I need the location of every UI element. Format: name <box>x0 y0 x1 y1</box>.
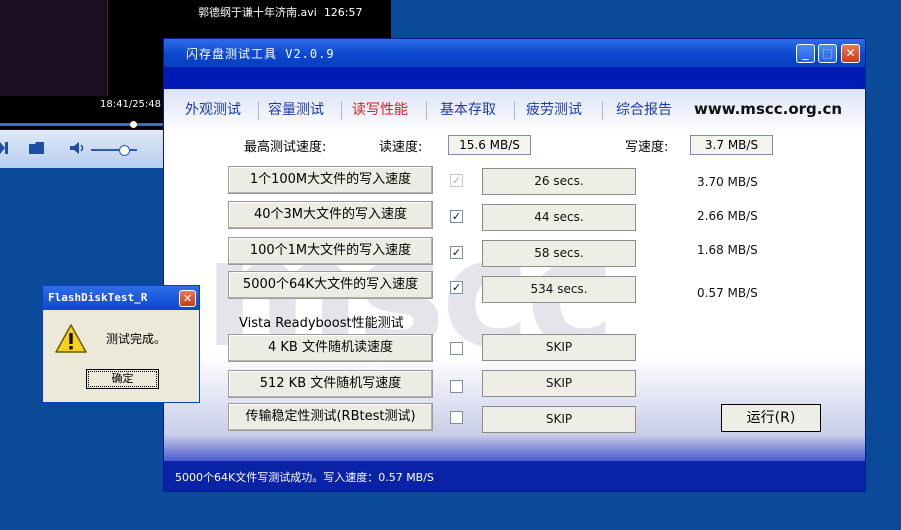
rb-stability-checkbox[interactable] <box>450 411 463 424</box>
volume-icon[interactable] <box>70 142 86 158</box>
tab-appearance[interactable]: 外观测试 <box>185 99 241 119</box>
test-64k-button[interactable]: 5000个64K大文件的写入速度 <box>228 271 433 299</box>
client-area: mscc 外观测试 容量测试 读写性能 基本存取 疲劳测试 综合报告 www.m… <box>164 89 865 461</box>
test-3m-time: 44 secs. <box>482 204 636 231</box>
ok-button-label: 确定 <box>88 371 157 387</box>
rb-512kb-write-result: SKIP <box>482 370 636 397</box>
rb-stability-button[interactable]: 传输稳定性测试(RBtest测试) <box>228 403 433 431</box>
test-100m-speed: 3.70 MB/S <box>697 175 758 189</box>
rb-4kb-read-result: SKIP <box>482 334 636 361</box>
volume-knob[interactable] <box>119 145 130 156</box>
ok-button[interactable]: 确定 <box>86 369 159 389</box>
next-icon[interactable] <box>0 142 8 158</box>
seek-track <box>0 123 165 126</box>
tab-basic-access[interactable]: 基本存取 <box>440 99 496 119</box>
test-1m-button[interactable]: 100个1M大文件的写入速度 <box>228 237 433 265</box>
close-button[interactable]: ✕ <box>841 44 860 63</box>
folder-icon[interactable] <box>29 142 45 158</box>
playlist-file-duration: 126:57 <box>323 6 363 19</box>
rb-512kb-write-button[interactable]: 512 KB 文件随机写速度 <box>228 370 433 398</box>
window-title: 闪存盘测试工具 V2.0.9 <box>186 47 335 61</box>
test-1m-time: 58 secs. <box>482 240 636 267</box>
run-button[interactable]: 运行(R) <box>721 404 821 432</box>
tab-separator <box>514 101 515 120</box>
test-3m-speed: 2.66 MB/S <box>697 209 758 223</box>
test-64k-time: 534 secs. <box>482 276 636 303</box>
read-speed-label: 读速度: <box>379 140 423 155</box>
tab-bar: 外观测试 容量测试 读写性能 基本存取 疲劳测试 综合报告 www.mscc.o… <box>164 99 865 123</box>
flash-disk-test-window: 闪存盘测试工具 V2.0.9 _ □ ✕ mscc 外观测试 容量测试 读写性能… <box>163 38 866 492</box>
readyboost-label: Vista Readyboost性能测试 <box>239 316 404 331</box>
tab-separator <box>258 101 259 120</box>
write-speed-label: 写速度: <box>625 140 669 155</box>
dialog-message: 测试完成。 <box>106 332 167 346</box>
site-url: www.mscc.org.cn <box>694 100 843 118</box>
status-message: 5000个64K文件写测试成功。写入速度：0.57 MB/S <box>175 471 434 484</box>
rb-stability-result: SKIP <box>482 406 636 433</box>
minimize-button[interactable]: _ <box>796 44 815 63</box>
tab-separator <box>602 101 603 120</box>
title-bar[interactable]: 闪存盘测试工具 V2.0.9 _ □ ✕ <box>164 39 865 67</box>
message-dialog: FlashDiskTest_R ✕ 测试完成。 确定 <box>42 285 200 403</box>
tab-separator <box>341 101 342 120</box>
tab-report[interactable]: 综合报告 <box>616 99 672 119</box>
test-100m-checkbox[interactable]: ✓ <box>450 174 463 187</box>
dialog-title: FlashDiskTest_R <box>48 291 148 304</box>
rb-4kb-read-button[interactable]: 4 KB 文件随机读速度 <box>228 334 433 362</box>
playlist-item[interactable]: 郭德纲于谦十年济南.avi 126:57 <box>198 4 363 20</box>
video-area <box>0 0 105 96</box>
seek-knob[interactable] <box>130 121 137 128</box>
maximize-button[interactable]: □ <box>818 44 837 63</box>
status-bar: 5000个64K文件写测试成功。写入速度：0.57 MB/S <box>164 461 865 491</box>
seek-bar[interactable] <box>0 119 165 129</box>
player-controls <box>0 130 165 168</box>
tab-read-write[interactable]: 读写性能 <box>352 99 408 119</box>
test-1m-checkbox[interactable]: ✓ <box>450 246 463 259</box>
test-64k-speed: 0.57 MB/S <box>697 286 758 300</box>
test-3m-checkbox[interactable]: ✓ <box>450 210 463 223</box>
dialog-title-bar[interactable]: FlashDiskTest_R ✕ <box>43 286 199 310</box>
time-row: 18:41/25:48 <box>0 96 165 120</box>
test-100m-button[interactable]: 1个100M大文件的写入速度 <box>228 166 433 194</box>
elapsed-time: 18:41/25:48 <box>100 99 162 110</box>
playlist-file-name: 郭德纲于谦十年济南.avi <box>198 6 317 19</box>
volume-slider[interactable] <box>91 149 137 151</box>
test-3m-button[interactable]: 40个3M大文件的写入速度 <box>228 201 433 229</box>
rb-4kb-read-checkbox[interactable] <box>450 342 463 355</box>
tab-separator <box>426 101 427 120</box>
tab-fatigue[interactable]: 疲劳测试 <box>526 99 582 119</box>
header-band <box>164 67 865 89</box>
test-1m-speed: 1.68 MB/S <box>697 243 758 257</box>
max-speed-label: 最高测试速度: <box>244 140 327 155</box>
write-speed-value: 3.7 MB/S <box>690 135 773 155</box>
test-64k-checkbox[interactable]: ✓ <box>450 281 463 294</box>
test-100m-time: 26 secs. <box>482 168 636 195</box>
warning-icon <box>55 324 87 358</box>
dialog-close-button[interactable]: ✕ <box>179 290 196 307</box>
rb-512kb-write-checkbox[interactable] <box>450 380 463 393</box>
tab-capacity[interactable]: 容量测试 <box>268 99 324 119</box>
read-speed-value: 15.6 MB/S <box>448 135 531 155</box>
